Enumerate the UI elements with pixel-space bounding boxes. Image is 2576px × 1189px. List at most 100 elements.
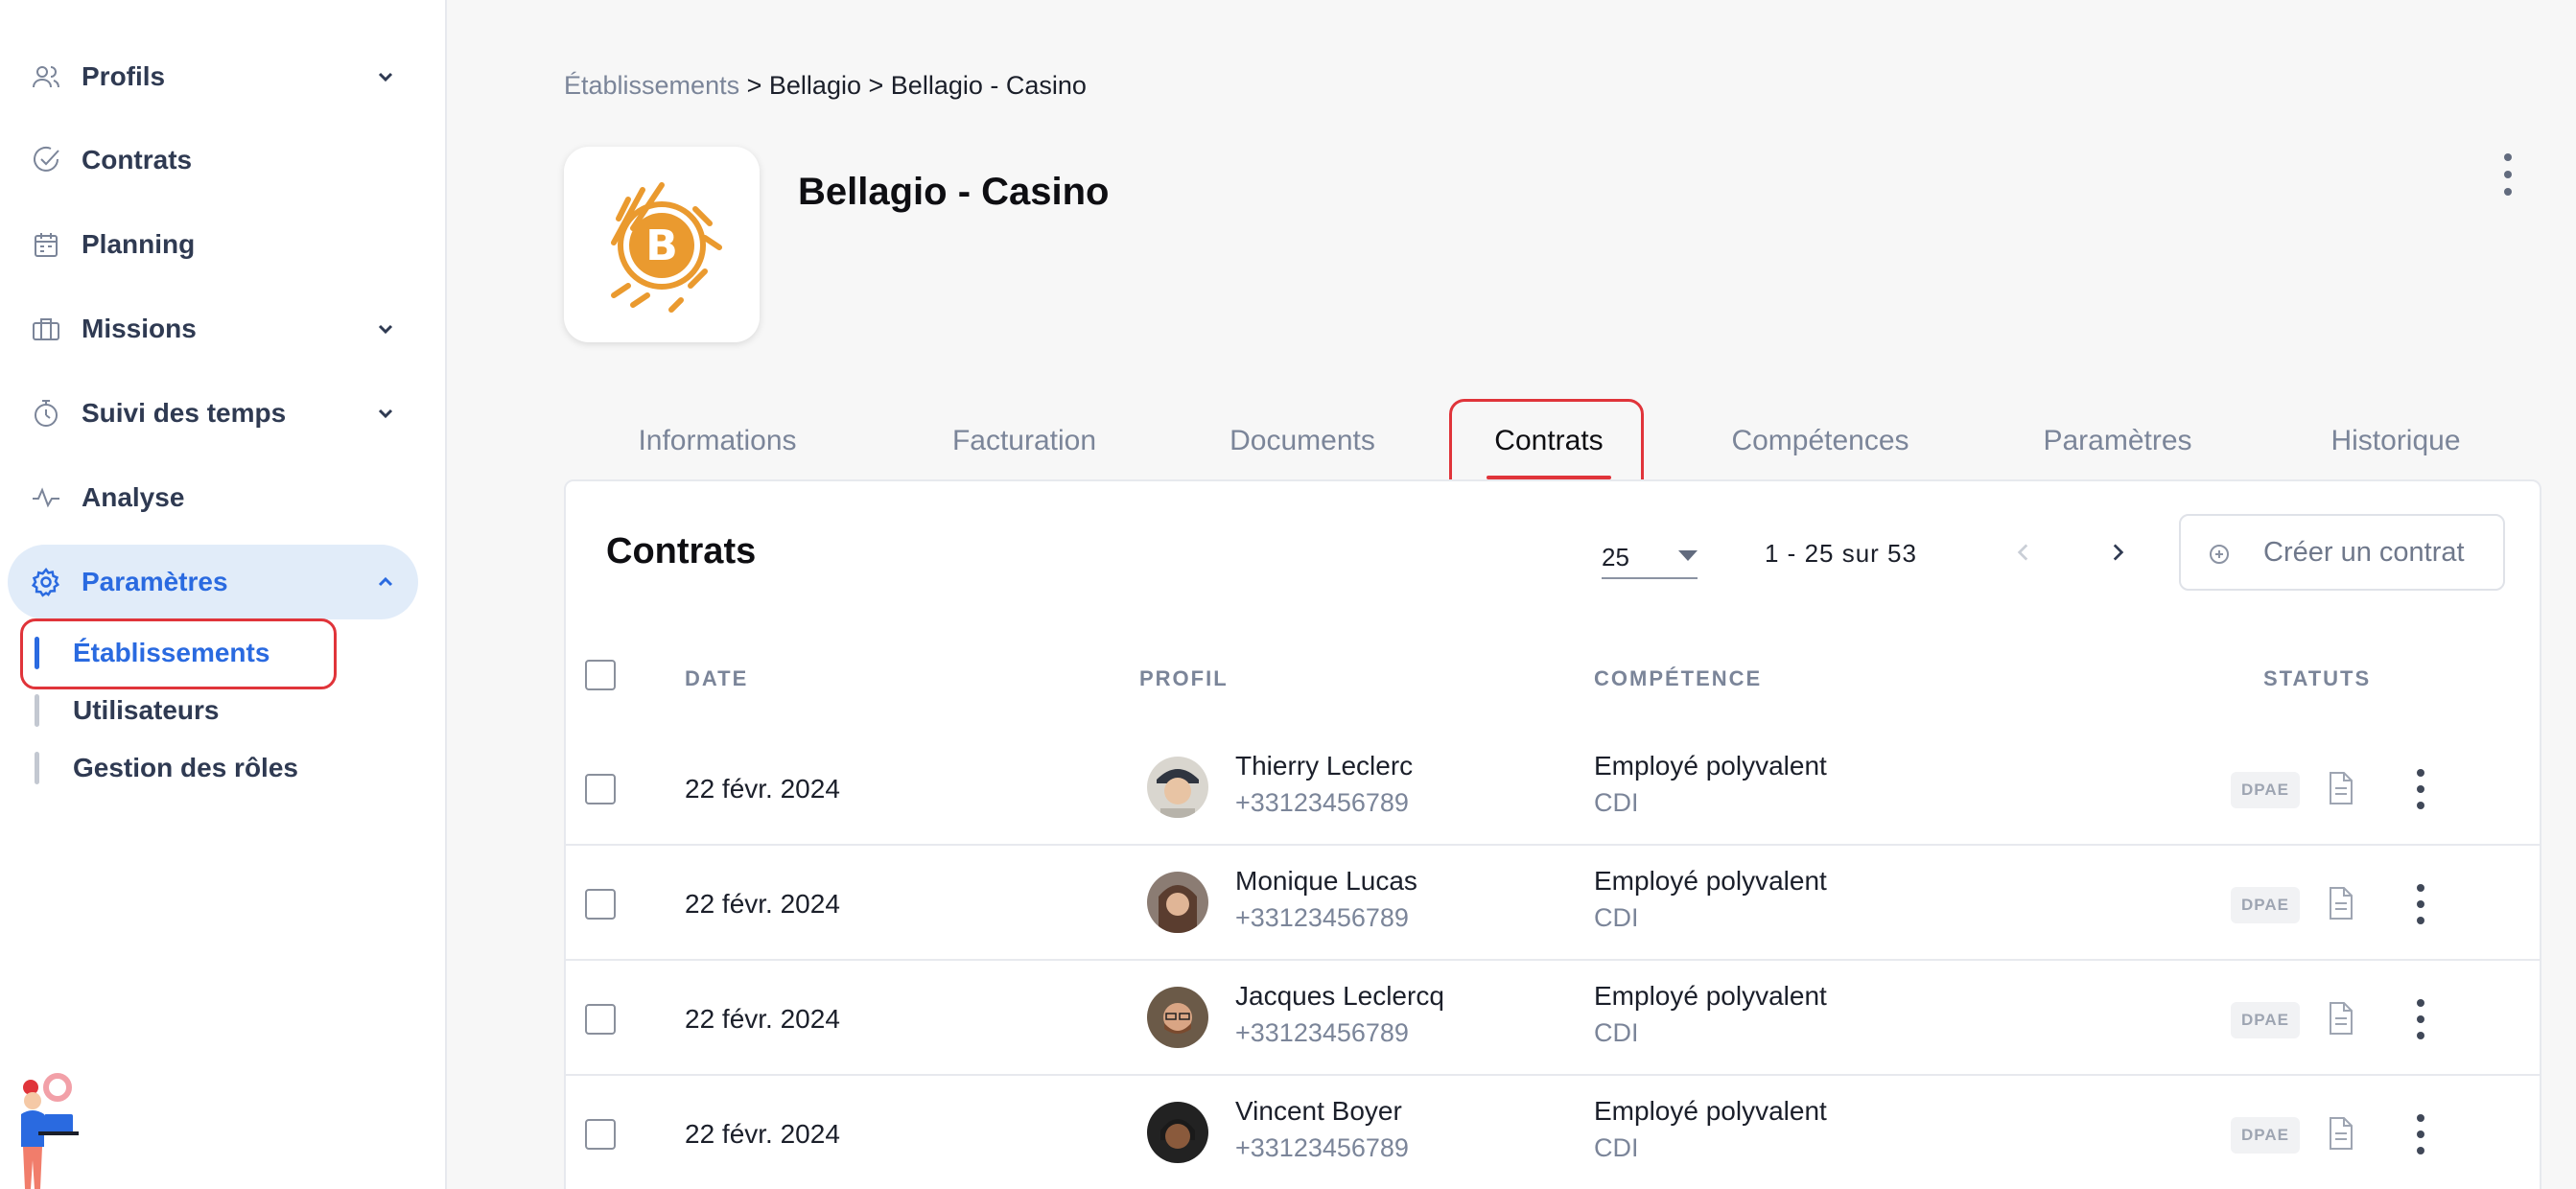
profile-name[interactable]: Monique Lucas xyxy=(1235,866,1417,897)
tab-documents[interactable]: Documents xyxy=(1206,403,1398,479)
skill-name: Employé polyvalent xyxy=(1594,981,1827,1011)
row-checkbox[interactable] xyxy=(585,889,616,920)
profile-name[interactable]: Thierry Leclerc xyxy=(1235,751,1413,781)
stopwatch-icon xyxy=(29,396,63,431)
breadcrumb-link-etablissements[interactable]: Établissements xyxy=(564,71,739,100)
establishment-logo: B xyxy=(564,147,760,342)
table-row[interactable]: 22 févr. 2024 Jacques Leclercq +33123456… xyxy=(566,961,2540,1076)
sidebar-item-planning[interactable]: Planning xyxy=(8,207,418,282)
page-title: Bellagio - Casino xyxy=(798,171,1110,213)
sidebar-item-label: Missions xyxy=(82,314,197,343)
tab-bar: Informations Facturation Documents Contr… xyxy=(564,403,2540,479)
create-contract-label: Créer un contrat xyxy=(2263,536,2465,568)
chevron-left-icon xyxy=(2017,544,2028,561)
contracts-card: Contrats 25 1 - 25 sur 53 Créer un contr… xyxy=(564,479,2541,1189)
dpae-status-badge: DPAE xyxy=(2231,772,2300,808)
skill-name: Employé polyvalent xyxy=(1594,751,1827,781)
avatar xyxy=(1147,987,1208,1048)
table-row[interactable]: 22 févr. 2024 Thierry Leclerc +331234567… xyxy=(566,731,2540,846)
bitcoin-logo-icon: B xyxy=(590,171,734,319)
profile-name[interactable]: Jacques Leclercq xyxy=(1235,981,1444,1012)
tab-historique[interactable]: Historique xyxy=(2300,403,2492,479)
sidebar-item-contrats[interactable]: Contrats xyxy=(8,123,418,198)
tab-facturation[interactable]: Facturation xyxy=(928,403,1120,479)
sidebar-item-profils[interactable]: Profils xyxy=(8,39,418,114)
per-page-select[interactable]: 25 xyxy=(1602,537,1698,579)
breadcrumb-current: Bellagio - Casino xyxy=(890,71,1087,100)
sidebar-item-label: Contrats xyxy=(82,145,193,175)
avatar xyxy=(1147,757,1208,818)
tab-informations[interactable]: Informations xyxy=(621,403,813,479)
contract-date: 22 févr. 2024 xyxy=(685,774,840,804)
tab-parametres[interactable]: Paramètres xyxy=(2022,403,2213,479)
row-more-options-icon[interactable] xyxy=(2411,769,2430,809)
row-checkbox[interactable] xyxy=(585,774,616,804)
row-more-options-icon[interactable] xyxy=(2411,884,2430,924)
row-more-options-icon[interactable] xyxy=(2411,1114,2430,1154)
document-icon[interactable] xyxy=(2327,1116,2355,1151)
briefcase-icon xyxy=(29,312,63,346)
sidebar-item-missions[interactable]: Missions xyxy=(8,291,418,366)
contract-type: CDI xyxy=(1594,788,1639,817)
column-header-profile[interactable]: PROFIL xyxy=(1139,666,1229,691)
chevron-down-icon xyxy=(374,317,397,340)
document-icon[interactable] xyxy=(2327,886,2355,921)
avatar xyxy=(1147,872,1208,933)
contract-type: CDI xyxy=(1594,1133,1639,1162)
contract-type: CDI xyxy=(1594,1018,1639,1047)
document-icon[interactable] xyxy=(2327,1001,2355,1036)
sidebar-subitem-gestion-des-roles[interactable]: Gestion des rôles xyxy=(35,745,298,791)
svg-text:B: B xyxy=(645,221,678,270)
sidebar-item-parametres[interactable]: Paramètres xyxy=(8,545,418,619)
column-header-status[interactable]: STATUTS xyxy=(2263,666,2371,691)
row-checkbox[interactable] xyxy=(585,1004,616,1035)
sidebar-subitem-label: Gestion des rôles xyxy=(73,753,298,782)
profile-phone: +33123456789 xyxy=(1235,903,1409,932)
tab-contrats[interactable]: Contrats xyxy=(1487,403,1611,479)
document-icon[interactable] xyxy=(2327,771,2355,805)
previous-page-button[interactable] xyxy=(2002,531,2045,573)
activity-icon xyxy=(29,480,63,515)
breadcrumb-link-bellagio[interactable]: Bellagio xyxy=(769,71,861,100)
sidebar-subitem-utilisateurs[interactable]: Utilisateurs xyxy=(35,688,220,734)
avatar xyxy=(1147,1102,1208,1163)
more-options-icon[interactable] xyxy=(2492,153,2524,196)
sidebar-item-label: Suivi des temps xyxy=(82,398,287,428)
profile-phone: +33123456789 xyxy=(1235,1018,1409,1047)
gear-icon xyxy=(29,565,63,599)
sidebar-subitem-etablissements[interactable]: Établissements xyxy=(35,630,269,676)
chevron-down-icon xyxy=(374,402,397,425)
create-contract-button[interactable]: Créer un contrat xyxy=(2179,514,2505,591)
contract-type: CDI xyxy=(1594,903,1639,932)
users-icon xyxy=(29,59,63,94)
profile-phone: +33123456789 xyxy=(1235,788,1409,817)
column-header-date[interactable]: DATE xyxy=(685,666,748,691)
sidebar-item-label: Profils xyxy=(82,61,166,91)
select-all-checkbox[interactable] xyxy=(585,660,616,690)
dpae-status-badge: DPAE xyxy=(2231,1117,2300,1154)
column-header-skill[interactable]: COMPÉTENCE xyxy=(1594,666,1762,691)
chevron-down-icon xyxy=(374,65,397,88)
sidebar-item-label: Planning xyxy=(82,229,196,259)
profile-name[interactable]: Vincent Boyer xyxy=(1235,1096,1402,1127)
per-page-value: 25 xyxy=(1602,542,1629,571)
person-with-laptop-illustration xyxy=(10,1066,96,1189)
plus-circle-icon xyxy=(2208,543,2231,571)
sidebar-item-analyse[interactable]: Analyse xyxy=(8,460,418,535)
pagination-range: 1 - 25 sur 53 xyxy=(1765,539,1917,568)
next-page-button[interactable] xyxy=(2096,531,2139,573)
chevron-right-icon xyxy=(2113,544,2124,561)
sidebar-item-label: Paramètres xyxy=(82,567,228,596)
row-more-options-icon[interactable] xyxy=(2411,999,2430,1039)
dpae-status-badge: DPAE xyxy=(2231,887,2300,923)
contract-date: 22 févr. 2024 xyxy=(685,1119,840,1149)
sidebar-subitem-label: Établissements xyxy=(73,638,270,667)
sidebar-item-suivi-des-temps[interactable]: Suivi des temps xyxy=(8,376,418,451)
table-row[interactable]: 22 févr. 2024 Vincent Boyer +33123456789… xyxy=(566,1076,2540,1189)
sidebar-subitem-label: Utilisateurs xyxy=(73,695,220,725)
row-checkbox[interactable] xyxy=(585,1119,616,1150)
tab-competences[interactable]: Compétences xyxy=(1715,403,1926,479)
table-row[interactable]: 22 févr. 2024 Monique Lucas +33123456789… xyxy=(566,846,2540,961)
sidebar: Profils Contrats Planning Missions Suivi… xyxy=(0,0,447,1189)
profile-phone: +33123456789 xyxy=(1235,1133,1409,1162)
